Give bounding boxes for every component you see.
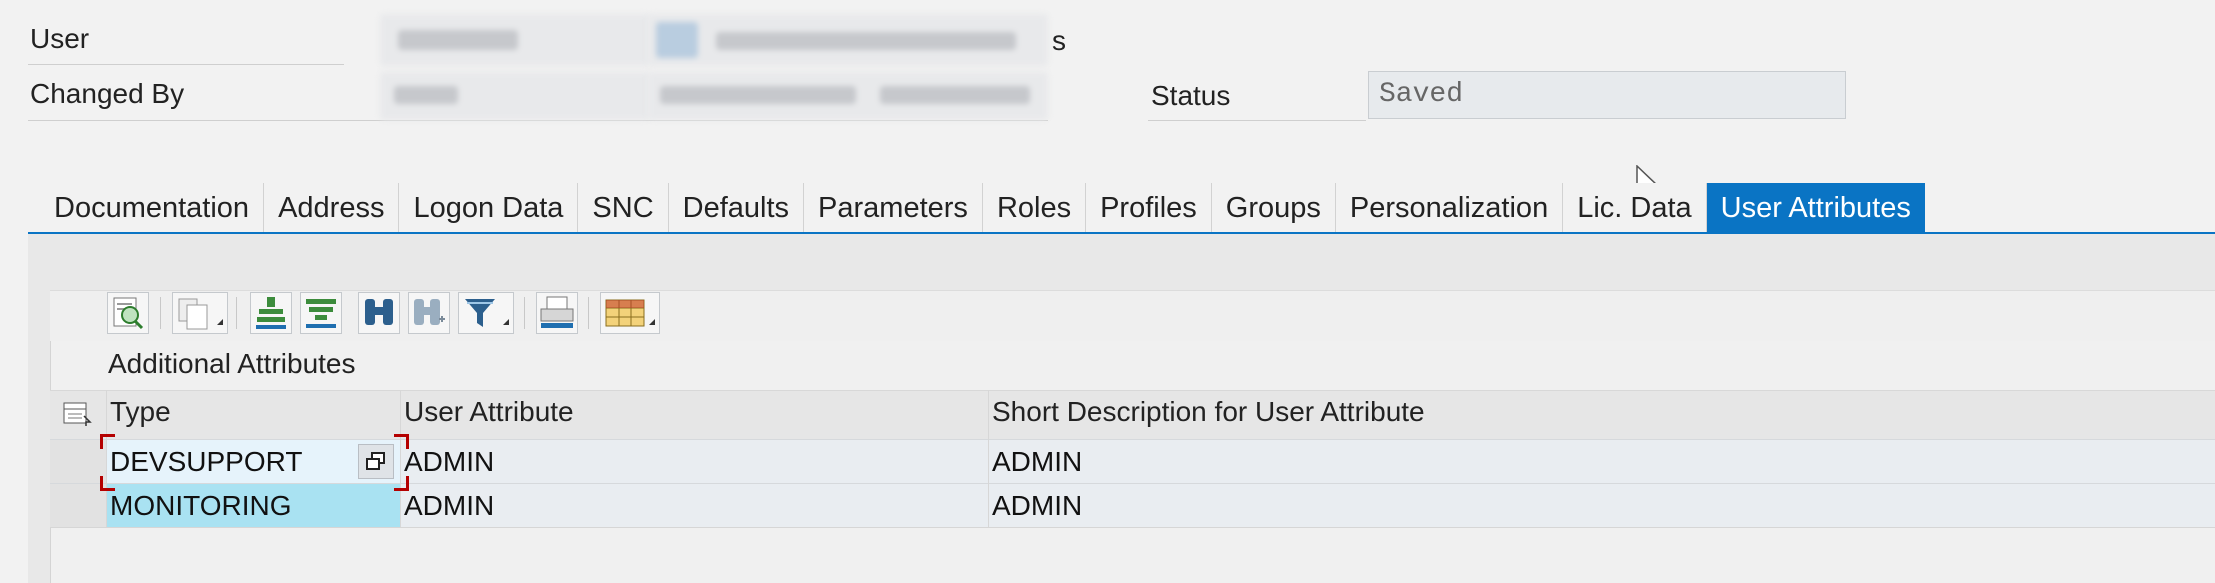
toolbar-separator (588, 297, 589, 329)
row-selector[interactable] (50, 483, 106, 527)
column-header-type[interactable]: Type (110, 396, 171, 428)
toolbar-separator (236, 297, 237, 329)
print-icon[interactable] (536, 292, 578, 334)
find-next-icon[interactable] (408, 292, 450, 334)
toolbar-separator (524, 297, 525, 329)
column-header-user-attribute[interactable]: User Attribute (404, 396, 574, 428)
changed-by-user-field (380, 72, 650, 120)
select-all-rows-icon[interactable] (62, 400, 94, 430)
status-field: Saved (1368, 71, 1846, 119)
focus-corner (394, 434, 409, 449)
column-separator[interactable] (106, 390, 107, 527)
grid-title: Additional Attributes (108, 348, 356, 379)
tab-parameters[interactable]: Parameters (804, 183, 983, 233)
row-type[interactable]: MONITORING (110, 484, 291, 527)
tab-user-attributes[interactable]: User Attributes (1706, 183, 1925, 233)
tab-documentation[interactable]: Documentation (40, 183, 265, 233)
row-user-attribute: ADMIN (404, 446, 495, 477)
focus-corner (394, 476, 409, 491)
grid-bottom-border (50, 527, 2215, 528)
tab-groups[interactable]: Groups (1211, 183, 1336, 233)
tab-roles[interactable]: Roles (982, 183, 1087, 233)
row-user-attribute: ADMIN (404, 490, 495, 521)
tab-lic-data[interactable]: Lic. Data (1563, 183, 1707, 233)
tab-strip: Documentation Address Logon Data SNC Def… (40, 183, 1925, 233)
tab-snc[interactable]: SNC (578, 183, 669, 233)
user-fullname-field (648, 14, 1048, 66)
filter-icon[interactable] (458, 292, 514, 334)
user-fullname-suffix: s (1052, 25, 1066, 56)
changed-by-label: Changed By (30, 78, 185, 109)
tab-address[interactable]: Address (264, 183, 400, 233)
find-icon[interactable] (358, 292, 400, 334)
value-help-button[interactable] (358, 444, 394, 479)
row-selector[interactable] (50, 439, 106, 483)
tab-logon-data[interactable]: Logon Data (399, 183, 579, 233)
tab-personalization[interactable]: Personalization (1335, 183, 1564, 233)
status-label: Status (1151, 80, 1231, 111)
changed-by-datetime-field (648, 72, 1048, 120)
user-label-underline (28, 64, 344, 65)
layout-icon[interactable] (600, 292, 660, 334)
row-short-description: ADMIN (992, 490, 1083, 521)
tab-profiles[interactable]: Profiles (1086, 183, 1212, 233)
row-short-description: ADMIN (992, 446, 1083, 477)
focus-corner (100, 434, 115, 449)
column-header-short-description[interactable]: Short Description for User Attribute (992, 396, 1425, 428)
status-underline (1148, 120, 1366, 121)
row-type[interactable]: DEVSUPPORT (110, 440, 302, 483)
user-id-field[interactable] (380, 14, 650, 66)
sort-descending-icon[interactable] (300, 292, 342, 334)
copy-icon[interactable] (172, 292, 228, 334)
column-separator[interactable] (400, 390, 401, 527)
sort-ascending-icon[interactable] (250, 292, 292, 334)
column-separator[interactable] (988, 390, 989, 527)
details-icon[interactable] (107, 292, 149, 334)
toolbar-separator (160, 297, 161, 329)
focus-corner (100, 476, 115, 491)
tab-defaults[interactable]: Defaults (668, 183, 805, 233)
changed-by-underline (28, 120, 1048, 121)
user-label: User (30, 23, 90, 54)
